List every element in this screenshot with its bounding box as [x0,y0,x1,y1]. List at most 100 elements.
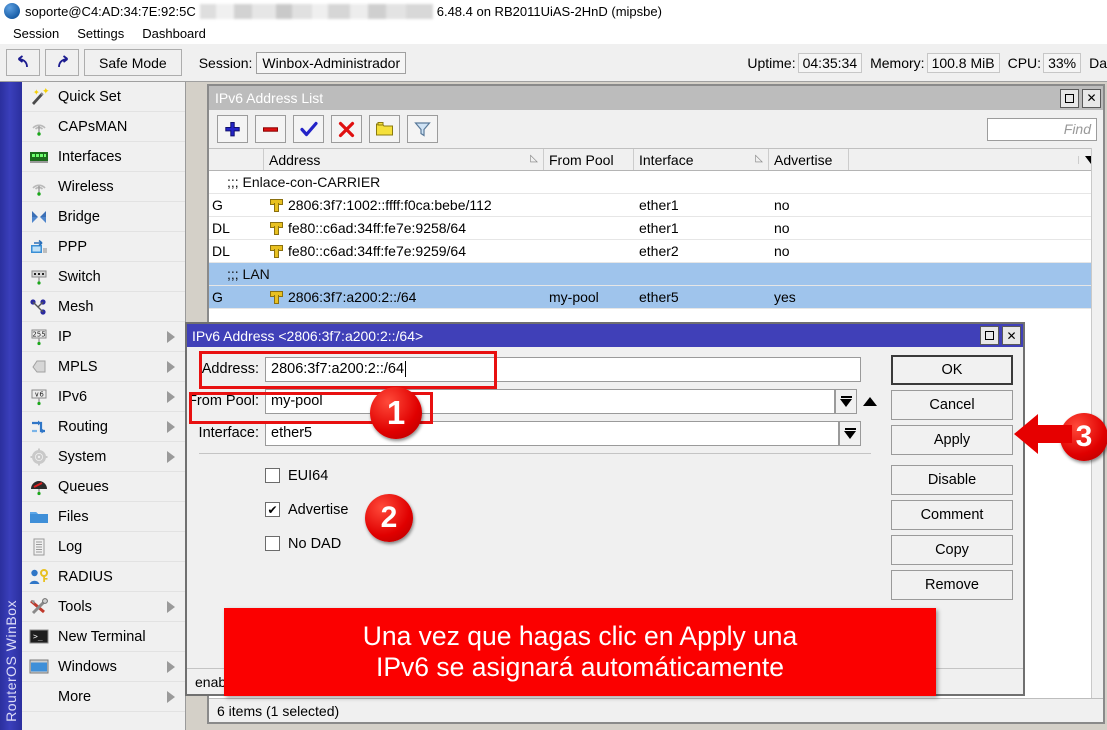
dialog-separator [199,453,871,454]
advertise-checkbox-row[interactable]: ✔ Advertise [265,497,883,522]
safe-mode-button[interactable]: Safe Mode [84,49,182,76]
sidebar-item-routing[interactable]: Routing [22,412,185,442]
no-dad-checkbox[interactable] [265,536,280,551]
address-field-row: Address: 2806:3f7:a200:2::/64 [187,355,883,383]
interface-field-row: Interface: ether5 [187,419,883,447]
table-row[interactable]: G 2806:3f7:a200:2::/64 my-pool ether5 ye… [209,286,1103,309]
cancel-button[interactable]: Cancel [891,390,1013,420]
sidebar-item-interfaces[interactable]: Interfaces [22,142,185,172]
sidebar-item-ppp[interactable]: PPP [22,232,185,262]
sidebar-item-windows[interactable]: Windows [22,652,185,682]
apply-button[interactable]: Apply [891,425,1013,455]
cell-address-text: 2806:3f7:1002::ffff:f0ca:bebe/112 [288,197,492,213]
search-input[interactable]: Find [987,118,1097,141]
from-pool-label: From Pool: [187,393,265,409]
no-dad-checkbox-row[interactable]: No DAD [265,531,883,556]
sidebar-item-more[interactable]: More [22,682,185,712]
winbox-globe-icon [4,3,20,19]
menu-settings[interactable]: Settings [68,24,133,43]
eui64-checkbox[interactable] [265,468,280,483]
session-value[interactable]: Winbox-Administrador [256,52,406,74]
comment-note-icon[interactable] [369,115,400,143]
cell-interface: ether1 [634,194,769,216]
memory-value: 100.8 MiB [927,53,1000,73]
switch-icon [26,266,52,288]
redo-arrow-icon[interactable] [45,49,79,76]
interface-input[interactable]: ether5 [265,421,839,446]
sidebar-item-mesh[interactable]: Mesh [22,292,185,322]
uptime-label: Uptime: [747,55,795,71]
menu-dashboard[interactable]: Dashboard [133,24,215,43]
disable-button[interactable]: Disable [891,465,1013,495]
sidebar-item-new-terminal[interactable]: >_ New Terminal [22,622,185,652]
app-title-left-text: soporte@C4:AD:34:7E:92:5C [25,4,196,19]
arrow-up-icon[interactable] [863,397,877,406]
table-row[interactable]: ;;; Enlace-con-CARRIER [209,171,1103,194]
gear-icon [26,446,52,468]
column-header-interface[interactable]: Interface ◺ [634,149,769,170]
window-icon [26,656,52,678]
magic-wand-icon: ✦✦ [26,86,52,108]
funnel-icon[interactable] [407,115,438,143]
antenna-icon [26,116,52,138]
sidebar-item-tools[interactable]: Tools [22,592,185,622]
sidebar-item-radius[interactable]: RADIUS [22,562,185,592]
sidebar-item-queues[interactable]: Queues [22,472,185,502]
table-row[interactable]: DL fe80::c6ad:34ff:fe7e:9259/64 ether2 n… [209,240,1103,263]
column-header-flags[interactable] [209,149,264,170]
enable-button[interactable] [293,115,324,143]
from-pool-dropdown-button[interactable] [835,389,857,414]
table-row[interactable]: ;;; LAN [209,263,1103,286]
close-icon[interactable]: ✕ [1082,89,1101,108]
add-button[interactable] [217,115,248,143]
menu-session[interactable]: Session [4,24,68,43]
sidebar-item-switch[interactable]: Switch [22,262,185,292]
undo-arrow-icon[interactable] [6,49,40,76]
maximize-icon[interactable] [1060,89,1079,108]
cell-interface: ether5 [634,286,769,308]
ok-button[interactable]: OK [891,355,1013,385]
advertise-label: Advertise [288,502,348,518]
close-icon[interactable]: ✕ [1002,326,1021,345]
table-row[interactable]: DL fe80::c6ad:34ff:fe7e:9258/64 ether1 n… [209,217,1103,240]
chevron-right-icon [167,661,175,673]
interface-dropdown-button[interactable] [839,421,861,446]
sidebar-item-ipv6[interactable]: ∨6 IPv6 [22,382,185,412]
address-input[interactable]: 2806:3f7:a200:2::/64 [265,357,861,382]
column-header-address[interactable]: Address ◺ [264,149,544,170]
sidebar-item-bridge[interactable]: Bridge [22,202,185,232]
from-pool-input[interactable]: my-pool [265,389,835,414]
sidebar-item-system[interactable]: System [22,442,185,472]
remove-button[interactable]: Remove [891,570,1013,600]
sidebar-item-files[interactable]: Files [22,502,185,532]
window-title: IPv6 Address List [215,90,323,106]
sidebar-item-quick-set[interactable]: ✦✦ Quick Set [22,82,185,112]
disable-button[interactable] [331,115,362,143]
cpu-value: 33% [1043,53,1081,73]
cell-blank [849,286,1103,308]
table-row[interactable]: G 2806:3f7:1002::ffff:f0ca:bebe/112 ethe… [209,194,1103,217]
cell-advertise: yes [769,286,849,308]
eui64-checkbox-row[interactable]: EUI64 [265,463,883,488]
redacted-title-region [200,4,433,19]
sidebar-item-mpls[interactable]: MPLS [22,352,185,382]
address-pin-icon [269,244,282,258]
advertise-checkbox[interactable]: ✔ [265,502,280,517]
remove-button[interactable] [255,115,286,143]
sidebar-item-log[interactable]: Log [22,532,185,562]
dialog-titlebar: IPv6 Address <2806:3f7:a200:2::/64> ✕ [187,324,1023,347]
sidebar-item-capsman[interactable]: CAPsMAN [22,112,185,142]
chevron-right-icon [167,421,175,433]
sidebar-item-label: IPv6 [58,389,167,405]
comment-button[interactable]: Comment [891,500,1013,530]
maximize-icon[interactable] [980,326,999,345]
sidebar-item-ip[interactable]: 255 IP [22,322,185,352]
column-header-advertise[interactable]: Advertise [769,149,849,170]
sidebar-item-label: RADIUS [58,569,185,585]
copy-button[interactable]: Copy [891,535,1013,565]
sidebar-item-wireless[interactable]: Wireless [22,172,185,202]
column-header-from-pool[interactable]: From Pool [544,149,634,170]
app-title-right-text: 6.48.4 on RB2011UiAS-2HnD (mipsbe) [437,4,662,19]
network-card-icon [26,146,52,168]
cell-interface: ether1 [634,217,769,239]
